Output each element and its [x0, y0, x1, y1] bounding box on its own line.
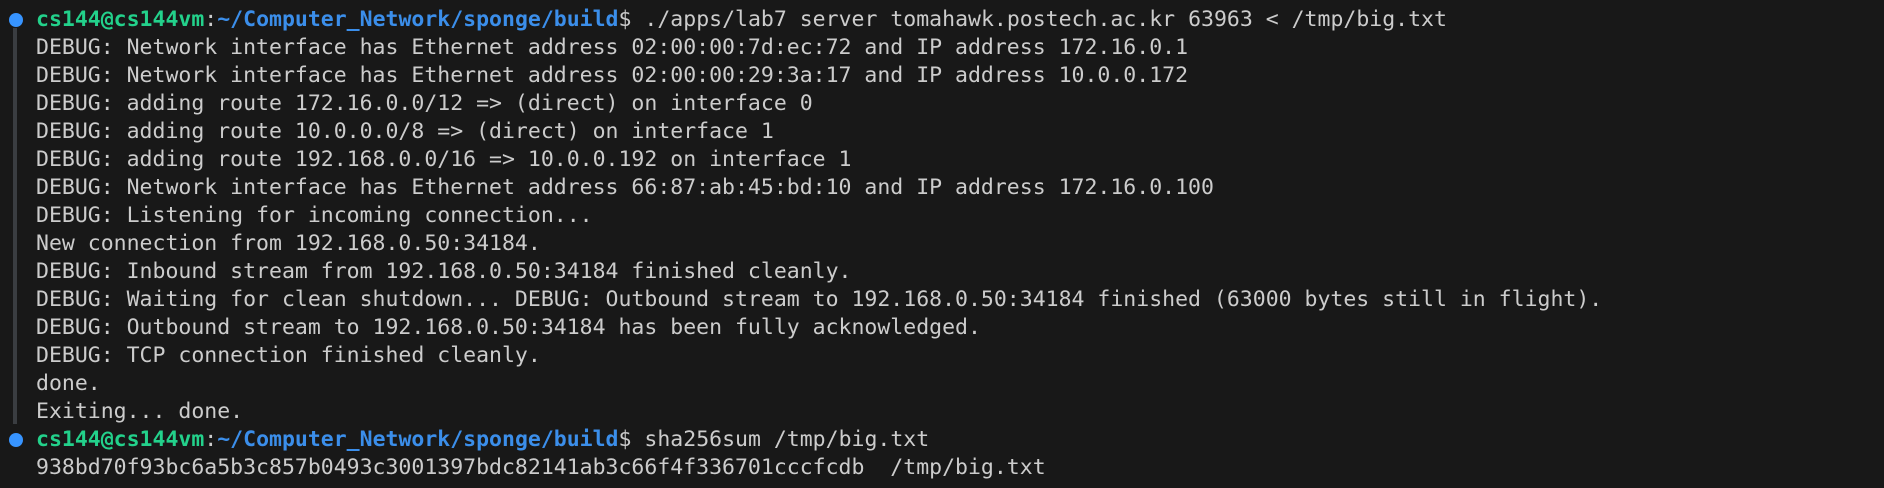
output-line: DEBUG: TCP connection finished cleanly. — [36, 343, 541, 368]
prompt-separator: : — [204, 7, 218, 32]
output-line: DEBUG: adding route 172.16.0.0/12 => (di… — [36, 91, 813, 116]
prompt-line-1: cs144@cs144vm:~/Computer_Network/sponge/… — [36, 6, 1447, 34]
prompt-symbol: $ — [618, 427, 632, 452]
output-line: 938bd70f93bc6a5b3c857b0493c3001397bdc821… — [36, 455, 1046, 480]
command-success-marker-icon[interactable] — [9, 433, 23, 447]
output-line: DEBUG: Network interface has Ethernet ad… — [36, 63, 1189, 88]
prompt-symbol: $ — [618, 7, 632, 32]
command-decoration-bar — [13, 28, 17, 424]
output-line: New connection from 192.168.0.50:34184. — [36, 231, 541, 256]
output-line: DEBUG: Outbound stream to 192.168.0.50:3… — [36, 315, 981, 340]
command-text: sha256sum /tmp/big.txt — [631, 427, 930, 452]
terminal-panel[interactable]: cs144@cs144vm:~/Computer_Network/sponge/… — [0, 0, 1884, 488]
command-success-marker-icon[interactable] — [9, 13, 23, 27]
output-line: DEBUG: Listening for incoming connection… — [36, 203, 593, 228]
output-line: done. — [36, 371, 101, 396]
output-line: DEBUG: Network interface has Ethernet ad… — [36, 35, 1189, 60]
output-line: DEBUG: Inbound stream from 192.168.0.50:… — [36, 259, 852, 284]
output-line: DEBUG: Waiting for clean shutdown... DEB… — [36, 287, 1603, 312]
output-line: DEBUG: adding route 192.168.0.0/16 => 10… — [36, 147, 852, 172]
prompt-user-host: cs144@cs144vm — [36, 427, 205, 452]
prompt-user-host: cs144@cs144vm — [36, 7, 205, 32]
command-text: ./apps/lab7 server tomahawk.postech.ac.k… — [631, 7, 1447, 32]
prompt-path: ~/Computer_Network/sponge/build — [217, 7, 619, 32]
prompt-path: ~/Computer_Network/sponge/build — [217, 427, 619, 452]
prompt-separator: : — [204, 427, 218, 452]
prompt-line-2: cs144@cs144vm:~/Computer_Network/sponge/… — [36, 426, 929, 454]
output-line: DEBUG: Network interface has Ethernet ad… — [36, 175, 1214, 200]
output-line: Exiting... done. — [36, 399, 244, 424]
output-line: DEBUG: adding route 10.0.0.0/8 => (direc… — [36, 119, 774, 144]
